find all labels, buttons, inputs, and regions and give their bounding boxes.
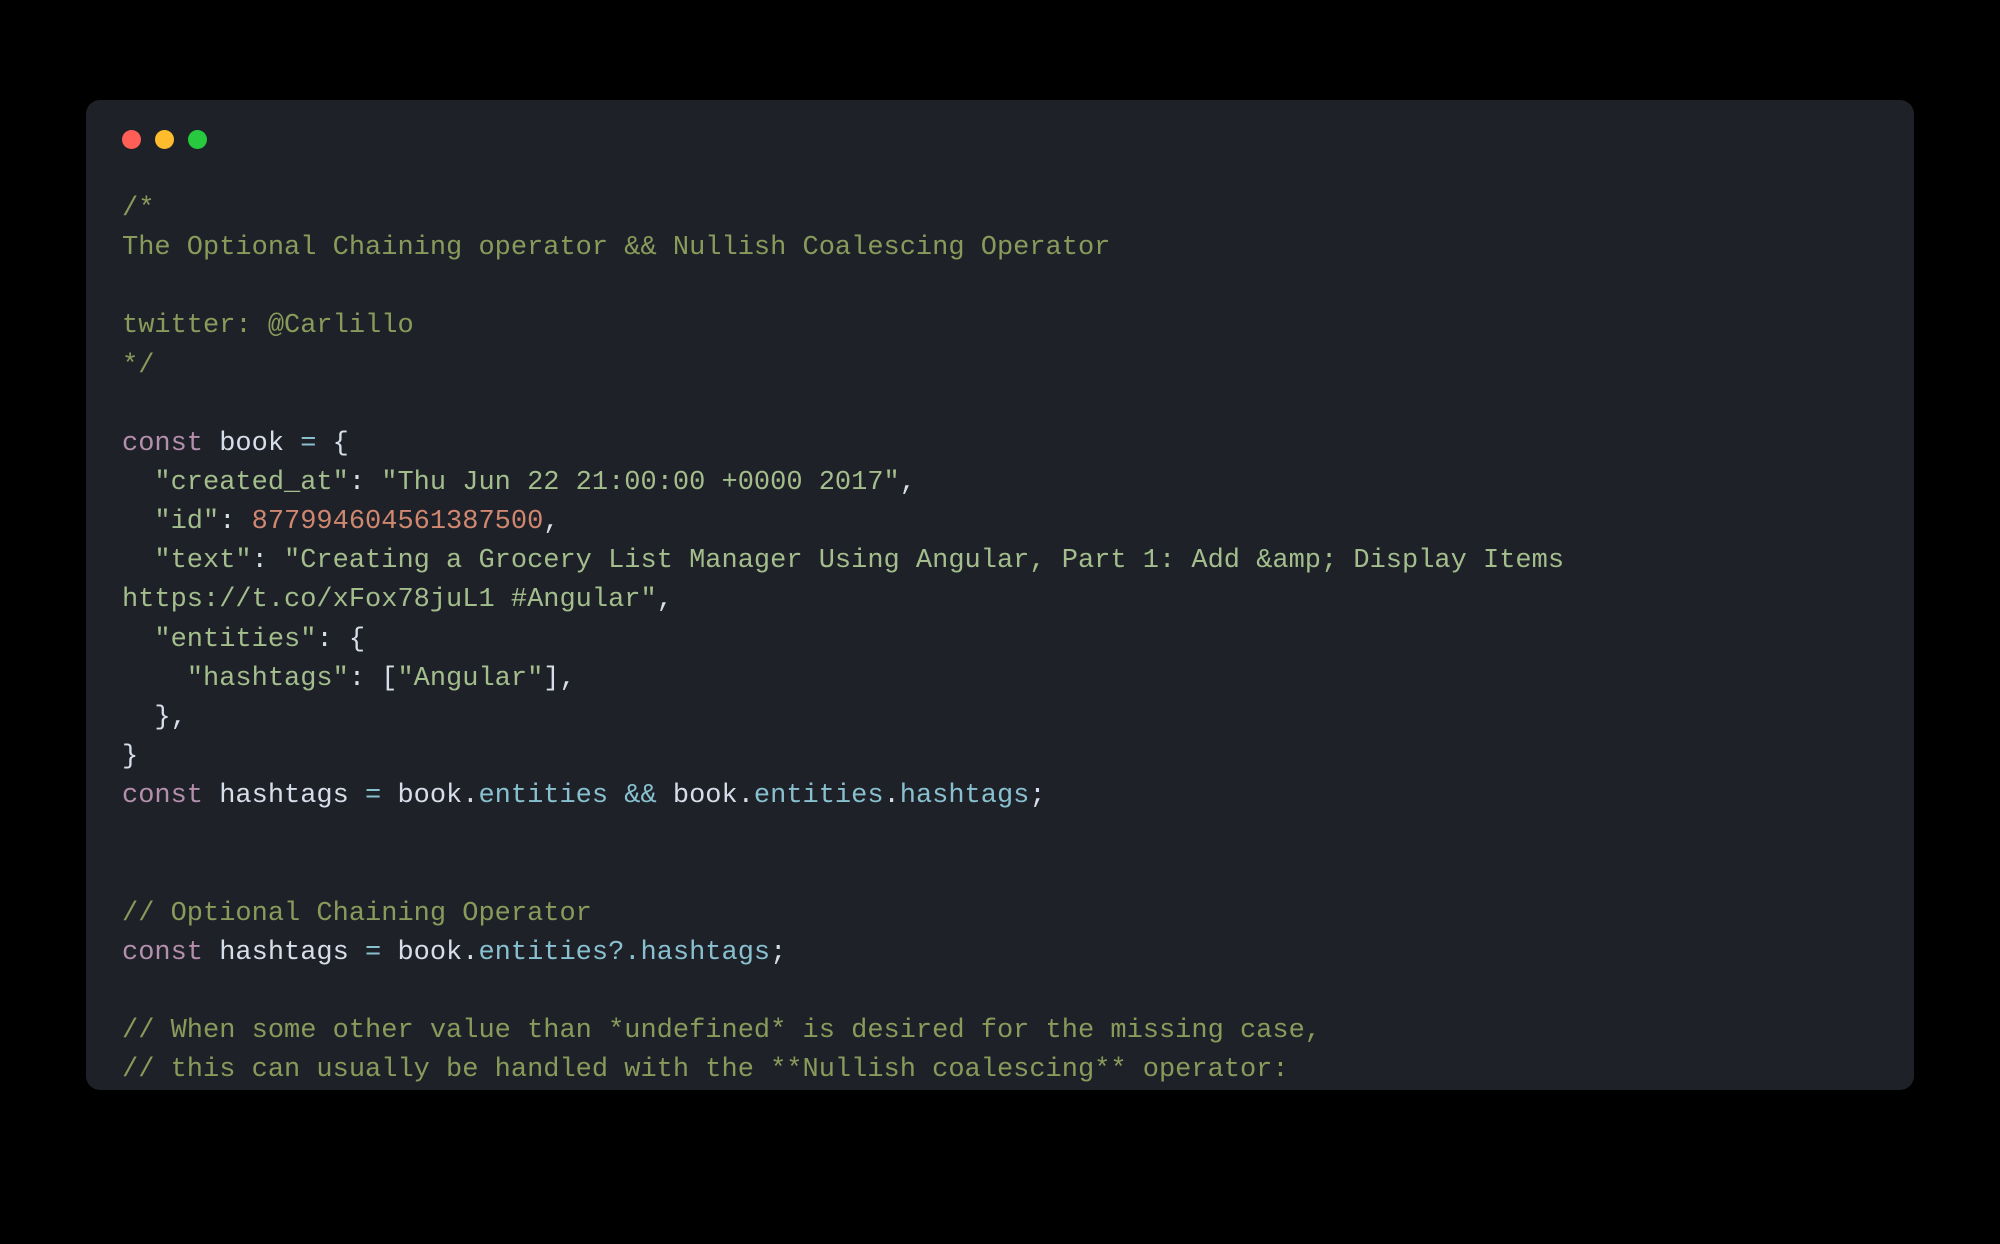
minimize-icon[interactable] xyxy=(155,130,174,149)
identifier: book xyxy=(397,938,462,968)
keyword: const xyxy=(122,781,203,811)
object-key: "entities" xyxy=(154,625,316,655)
comment-line: /* xyxy=(122,194,154,224)
colon: : xyxy=(252,546,268,576)
string: "Angular" xyxy=(397,664,543,694)
dot: . xyxy=(738,781,754,811)
colon: : xyxy=(316,625,332,655)
comment-line: */ xyxy=(122,351,154,381)
comment-line: // Optional Chaining Operator xyxy=(122,899,592,929)
object-key: "created_at" xyxy=(154,468,348,498)
comment-line: // When some other value than *undefined… xyxy=(122,1016,1321,1046)
dot: . xyxy=(462,781,478,811)
window-controls xyxy=(122,130,207,149)
comment-line: The Optional Chaining operator && Nullis… xyxy=(122,233,1110,263)
semicolon: ; xyxy=(1029,781,1045,811)
brace: { xyxy=(333,429,349,459)
identifier: hashtags xyxy=(219,781,349,811)
identifier: hashtags xyxy=(219,938,349,968)
brace: } xyxy=(122,742,138,772)
bracket: [ xyxy=(381,664,397,694)
property: entities xyxy=(478,781,608,811)
object-key: "text" xyxy=(154,546,251,576)
brace: } xyxy=(154,703,170,733)
identifier: book xyxy=(673,781,738,811)
dot: . xyxy=(884,781,900,811)
string: "Creating a Grocery List Manager Using A… xyxy=(122,546,1580,615)
keyword: const xyxy=(122,938,203,968)
object-key: "id" xyxy=(154,507,219,537)
bracket: ] xyxy=(543,664,559,694)
identifier: book xyxy=(397,781,462,811)
semicolon: ; xyxy=(770,938,786,968)
property: hashtags xyxy=(900,781,1030,811)
comma: , xyxy=(900,468,916,498)
property: hashtags xyxy=(641,938,771,968)
keyword: const xyxy=(122,429,203,459)
comma: , xyxy=(559,664,575,694)
dot: . xyxy=(462,938,478,968)
code-window: /* The Optional Chaining operator && Nul… xyxy=(86,100,1914,1090)
number: 877994604561387500 xyxy=(252,507,544,537)
comma: , xyxy=(657,585,673,615)
string: "Thu Jun 22 21:00:00 +0000 2017" xyxy=(381,468,899,498)
operator: && xyxy=(624,781,656,811)
zoom-icon[interactable] xyxy=(188,130,207,149)
property: entities xyxy=(754,781,884,811)
identifier: book xyxy=(219,429,284,459)
property: entities xyxy=(478,938,608,968)
colon: : xyxy=(349,468,365,498)
comment-line: twitter: @Carlillo xyxy=(122,311,414,341)
operator: = xyxy=(365,938,381,968)
comma: , xyxy=(171,703,187,733)
colon: : xyxy=(219,507,235,537)
colon: : xyxy=(349,664,365,694)
code-block: /* The Optional Chaining operator && Nul… xyxy=(122,190,1878,1090)
brace: { xyxy=(349,625,365,655)
comma: , xyxy=(543,507,559,537)
operator: = xyxy=(300,429,316,459)
object-key: "hashtags" xyxy=(187,664,349,694)
comment-line: // this can usually be handled with the … xyxy=(122,1055,1289,1085)
optional-chain: ?. xyxy=(608,938,640,968)
operator: = xyxy=(365,781,381,811)
close-icon[interactable] xyxy=(122,130,141,149)
